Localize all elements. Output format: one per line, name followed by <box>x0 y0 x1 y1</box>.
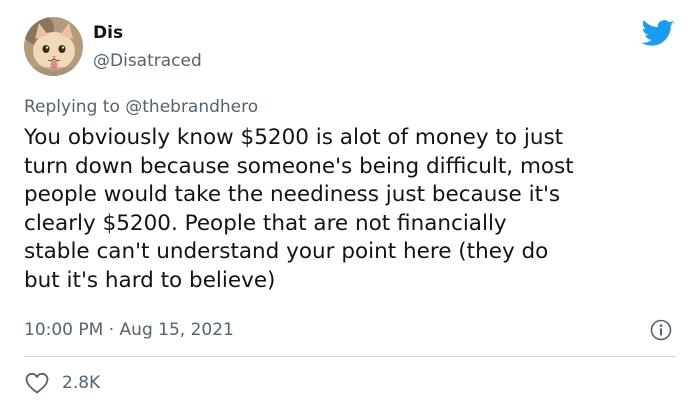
avatar[interactable] <box>24 17 83 76</box>
tweet-body-line: clearly $5200. People that are not finan… <box>24 210 507 236</box>
tweet-body-line: but it's hard to believe) <box>24 267 276 293</box>
twitter-bird-icon[interactable] <box>641 20 675 48</box>
tweet-body-line: people would take the neediness just bec… <box>24 182 561 207</box>
author-handle[interactable]: @Disatraced <box>93 50 202 72</box>
tweet-card: Dis @Disatraced Replying to @thebrandher… <box>0 0 700 411</box>
heart-icon[interactable] <box>24 371 50 395</box>
author-display-name[interactable]: Dis <box>93 22 123 44</box>
tweet-body-line: stable can't understand your point here … <box>24 239 549 264</box>
tweet-body: You obviously know $5200 is alot of mone… <box>24 124 684 295</box>
like-button[interactable]: 2.8K <box>24 371 100 395</box>
info-icon[interactable] <box>650 319 672 341</box>
replying-to-label: Replying to <box>24 97 120 117</box>
divider <box>24 356 677 357</box>
like-count: 2.8K <box>62 373 101 393</box>
tweet-date[interactable]: Aug 15, 2021 <box>120 320 234 340</box>
replying-to-line: Replying to @thebrandhero <box>24 96 258 118</box>
reply-mention-link[interactable]: @thebrandhero <box>125 97 258 117</box>
tweet-body-line: turn down because someone's being diffic… <box>24 153 574 179</box>
tweet-body-line: You obviously know $5200 is alot of mone… <box>24 125 564 150</box>
tweet-time[interactable]: 10:00 PM <box>24 320 103 340</box>
timestamp-separator: · <box>108 320 115 340</box>
tweet-timestamp: 10:00 PM · Aug 15, 2021 <box>24 319 234 341</box>
